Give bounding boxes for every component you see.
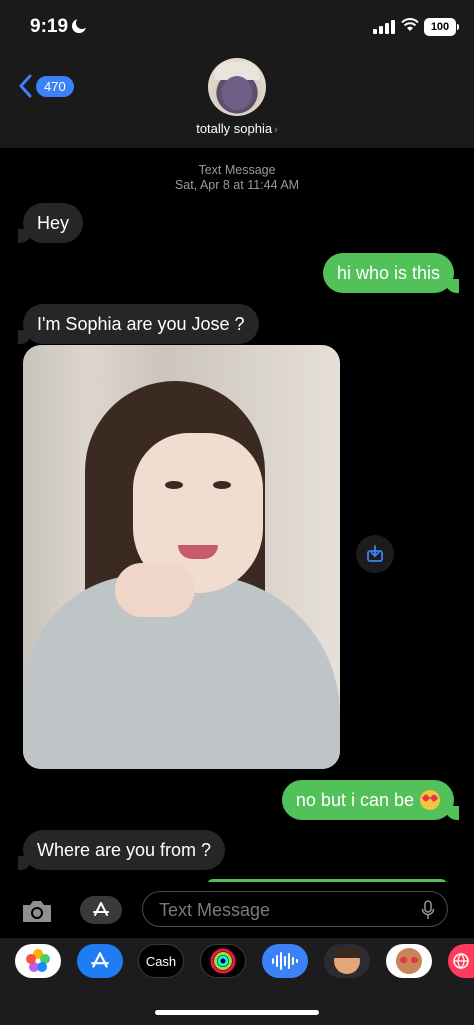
composer-bar xyxy=(0,882,474,938)
contact-name-button[interactable]: totally sophia › xyxy=(0,121,474,136)
memoji-sticker-face-icon xyxy=(396,948,422,974)
message-text: Where are you from ? xyxy=(37,840,212,860)
memoji-face-icon xyxy=(334,948,360,974)
thread-meta-type: Text Message xyxy=(198,163,276,177)
cash-label: Cash xyxy=(145,953,177,969)
browser-icon[interactable] xyxy=(448,944,474,978)
globe-icon xyxy=(453,953,469,969)
back-button[interactable]: 470 xyxy=(18,74,74,98)
memoji-icon[interactable] xyxy=(324,944,370,978)
message-input-field[interactable] xyxy=(142,891,448,928)
message-input[interactable] xyxy=(157,892,411,928)
thread-meta-date: Sat, Apr 8 at 11:44 AM xyxy=(174,178,300,192)
apps-button[interactable] xyxy=(80,896,122,924)
chevron-right-icon: › xyxy=(274,124,278,136)
moon-icon xyxy=(72,17,89,33)
contact-avatar[interactable] xyxy=(208,58,266,116)
microphone-icon[interactable] xyxy=(421,900,435,920)
home-indicator[interactable] xyxy=(155,1010,319,1015)
save-photo-button[interactable] xyxy=(356,535,394,573)
time-text: 9:19 xyxy=(30,16,69,37)
star-struck-emoji-icon xyxy=(420,790,440,810)
app-store-glyph-icon xyxy=(91,952,109,968)
contact-name: totally sophia xyxy=(196,121,273,136)
voice-memo-icon[interactable] xyxy=(262,944,308,978)
message-bubble-incoming[interactable]: Hey xyxy=(17,203,84,243)
memoji-stickers-icon[interactable] xyxy=(386,944,432,978)
message-bubble-incoming[interactable]: I'm Sophia are you Jose ? xyxy=(18,304,259,344)
battery-icon: 100 xyxy=(424,18,459,36)
message-bubble-outgoing[interactable]: hi who is this xyxy=(322,253,460,293)
message-bubble-incoming[interactable]: Where are you from ? xyxy=(17,830,226,870)
message-text: Hey xyxy=(37,213,70,233)
message-text: I'm Sophia are you Jose ? xyxy=(37,314,245,334)
camera-icon[interactable] xyxy=(20,898,54,924)
photos-flower-icon xyxy=(26,949,50,972)
message-text: no but i can be xyxy=(295,790,414,810)
photo-attachment[interactable] xyxy=(23,345,340,769)
waveform-icon xyxy=(272,952,298,970)
app-store-icon[interactable] xyxy=(77,944,123,978)
photos-icon[interactable] xyxy=(15,944,61,978)
fitness-icon[interactable] xyxy=(200,944,246,978)
conversation-header: 9:19 100 470 totally sophia › xyxy=(0,0,474,148)
chevron-left-icon xyxy=(19,74,32,98)
app-store-icon xyxy=(93,902,109,916)
download-icon xyxy=(367,545,383,562)
activity-rings-icon xyxy=(210,948,236,974)
message-bubble-outgoing[interactable]: no but i can be xyxy=(281,780,460,820)
wifi-icon xyxy=(401,18,419,31)
unread-count-badge: 470 xyxy=(36,75,74,97)
cash-icon[interactable]: Cash xyxy=(138,944,184,978)
signal-icon xyxy=(373,20,397,34)
battery-level: 100 xyxy=(430,21,450,33)
message-text: hi who is this xyxy=(336,263,440,283)
status-time: 9:19 xyxy=(30,16,89,38)
